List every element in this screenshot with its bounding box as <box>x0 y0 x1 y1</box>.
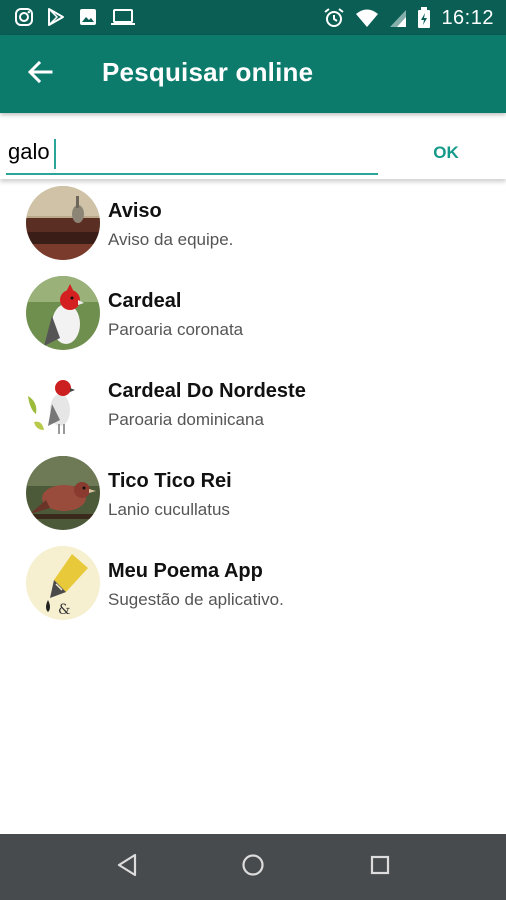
search-input[interactable] <box>6 131 378 175</box>
list-item-title: Meu Poema App <box>108 560 263 582</box>
list-item[interactable]: Aviso Aviso da equipe. <box>0 184 506 274</box>
image-icon <box>78 7 98 27</box>
list-item-subtitle: Sugestão de aplicativo. <box>108 590 284 609</box>
nav-home-button[interactable] <box>236 850 270 884</box>
back-triangle-icon <box>116 853 138 882</box>
list-item[interactable]: Tico Tico Rei Lanio cucullatus <box>0 454 506 544</box>
list-item[interactable]: & Meu Poema App Sugestão de aplicativo. <box>0 544 506 634</box>
list-item[interactable]: Cardeal Paroaria coronata <box>0 274 506 364</box>
list-item-title: Aviso <box>108 200 162 222</box>
list-item-title: Cardeal Do Nordeste <box>108 380 306 402</box>
signal-icon <box>389 8 407 28</box>
laptop-icon <box>110 7 136 27</box>
search-bar: OK <box>0 113 506 179</box>
arrow-back-icon <box>27 59 53 90</box>
list-item-subtitle: Aviso da equipe. <box>108 230 234 249</box>
status-bar: 16:12 <box>0 0 506 35</box>
back-button[interactable] <box>20 54 60 94</box>
battery-icon <box>417 7 431 29</box>
app-bar: Pesquisar online <box>0 35 506 113</box>
list-item-subtitle: Paroaria dominicana <box>108 410 264 429</box>
list-item-title: Cardeal <box>108 290 182 312</box>
list-item-subtitle: Lanio cucullatus <box>108 500 230 519</box>
red-cowled-cardinal-avatar <box>26 366 100 440</box>
svg-text:&: & <box>58 602 70 618</box>
bird-on-branch-avatar <box>26 186 100 260</box>
recents-square-icon <box>369 854 391 881</box>
red-crested-cardinal-avatar <box>26 276 100 350</box>
status-time: 16:12 <box>441 7 494 29</box>
result-list: Aviso Aviso da equipe. Cardeal Paroaria … <box>0 184 506 634</box>
brown-bird-avatar <box>26 456 100 530</box>
play-store-icon <box>46 7 66 27</box>
wifi-icon <box>355 8 379 28</box>
list-item-title: Tico Tico Rei <box>108 470 232 492</box>
list-item[interactable]: Cardeal Do Nordeste Paroaria dominicana <box>0 364 506 454</box>
page-title: Pesquisar online <box>102 57 314 87</box>
navigation-bar <box>0 834 506 900</box>
nav-recents-button[interactable] <box>363 850 397 884</box>
fountain-pen-avatar: & <box>26 546 100 620</box>
ok-button[interactable]: OK <box>426 133 466 173</box>
home-circle-icon <box>241 853 265 882</box>
alarm-icon <box>323 7 345 29</box>
list-item-subtitle: Paroaria coronata <box>108 320 244 339</box>
instagram-icon <box>14 7 34 27</box>
nav-back-button[interactable] <box>110 850 144 884</box>
text-cursor <box>54 139 56 169</box>
